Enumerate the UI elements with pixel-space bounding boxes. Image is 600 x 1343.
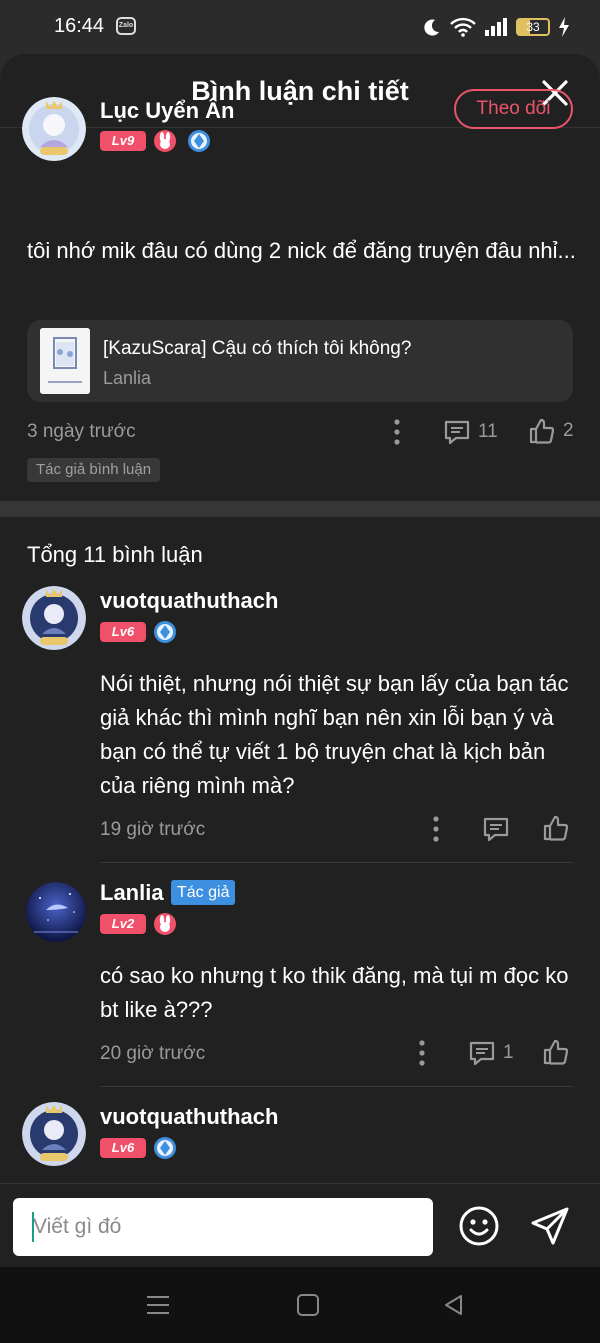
text-caret <box>32 1212 34 1242</box>
bunny-badge-icon <box>154 130 176 152</box>
level-badge: Lv6 <box>100 622 146 642</box>
back-nav-icon[interactable] <box>441 1293 467 1317</box>
reply-avatar[interactable] <box>26 882 86 942</box>
reply-divider <box>100 862 573 863</box>
main-comment-time: 3 ngày trước <box>27 421 136 442</box>
author-comment-tag: Tác giả bình luận <box>27 458 161 482</box>
zalo-notification-icon: Zalo <box>116 17 136 35</box>
send-icon[interactable] <box>529 1205 571 1247</box>
bunny-badge-icon <box>154 913 176 935</box>
story-author: Lanlia <box>103 368 152 388</box>
reply-count: 11 <box>478 421 498 442</box>
status-time: 16:44 <box>54 15 105 37</box>
reply-author[interactable]: vuotquathuthach <box>100 588 278 614</box>
battery-level: 33 <box>526 20 540 34</box>
story-title: [KazuScara] Cậu có thích tôi không? <box>103 338 412 359</box>
reply-avatar[interactable] <box>22 1102 86 1166</box>
moon-icon <box>424 19 439 36</box>
main-comment-author[interactable]: Lục Uyển Ân <box>100 98 234 124</box>
diamond-badge-icon <box>154 1137 176 1159</box>
reply-button[interactable]: 11 <box>444 419 498 445</box>
menu-nav-icon[interactable] <box>145 1293 171 1317</box>
reply-time: 20 giờ trước <box>100 1043 206 1064</box>
like-button[interactable] <box>543 815 569 841</box>
more-options-icon[interactable] <box>418 1040 426 1066</box>
reply-button[interactable] <box>483 816 509 842</box>
total-comment-count: Tổng 11 bình luận <box>27 542 203 567</box>
emoji-icon[interactable] <box>458 1205 500 1247</box>
signal-icon <box>485 18 507 36</box>
diamond-badge-icon <box>188 130 210 152</box>
wifi-icon <box>450 17 476 37</box>
more-options-icon[interactable] <box>393 419 401 445</box>
system-navigation-bar <box>0 1267 600 1343</box>
like-button[interactable]: 2 <box>529 418 574 444</box>
like-button[interactable] <box>543 1039 569 1065</box>
like-count: 2 <box>563 420 574 441</box>
status-bar: 16:44 Zalo 33 <box>0 0 600 54</box>
comment-input-box[interactable] <box>13 1198 433 1256</box>
comment-icon <box>469 1041 495 1066</box>
battery-icon: 33 <box>516 18 550 36</box>
section-divider <box>0 501 600 517</box>
home-nav-icon[interactable] <box>295 1293 321 1317</box>
level-badge: Lv6 <box>100 1138 146 1158</box>
reply-count: 1 <box>503 1042 514 1063</box>
comment-icon <box>483 817 509 842</box>
reply-text: Nói thiệt, nhưng nói thiệt sự bạn lấy củ… <box>100 671 569 798</box>
comment-composer <box>0 1183 600 1267</box>
avatar-image <box>26 882 86 942</box>
charging-bolt-icon <box>559 17 569 37</box>
more-options-icon[interactable] <box>432 816 440 842</box>
thumbs-up-icon <box>543 815 569 841</box>
main-comment-avatar[interactable] <box>22 97 86 161</box>
thumbs-up-icon <box>543 1039 569 1065</box>
level-badge: Lv9 <box>100 131 146 151</box>
story-card[interactable]: [KazuScara] Cậu có thích tôi không? Lanl… <box>27 320 573 402</box>
reply-author[interactable]: vuotquathuthach <box>100 1104 278 1130</box>
avatar-image <box>22 1102 86 1166</box>
reply-author[interactable]: Lanlia <box>100 880 164 906</box>
comment-input[interactable] <box>13 1198 433 1256</box>
thumbs-up-icon <box>529 418 555 444</box>
diamond-badge-icon <box>154 621 176 643</box>
reply-button[interactable]: 1 <box>469 1040 514 1066</box>
reply-text: có sao ko nhưng t ko thik đăng, mà tụi m… <box>100 963 569 1022</box>
story-cover-image <box>40 328 90 394</box>
avatar-image <box>22 586 86 650</box>
avatar-image <box>22 97 86 161</box>
follow-button[interactable]: Theo dõi <box>454 89 573 129</box>
status-icons: 33 <box>422 14 570 40</box>
author-label-badge: Tác giả <box>171 880 236 905</box>
comment-icon <box>444 420 470 445</box>
main-comment-text: tôi nhớ mik đâu có dùng 2 nick để đăng t… <box>27 238 576 263</box>
reply-time: 19 giờ trước <box>100 819 206 840</box>
reply-divider <box>100 1086 573 1087</box>
level-badge: Lv2 <box>100 914 146 934</box>
reply-avatar[interactable] <box>22 586 86 650</box>
